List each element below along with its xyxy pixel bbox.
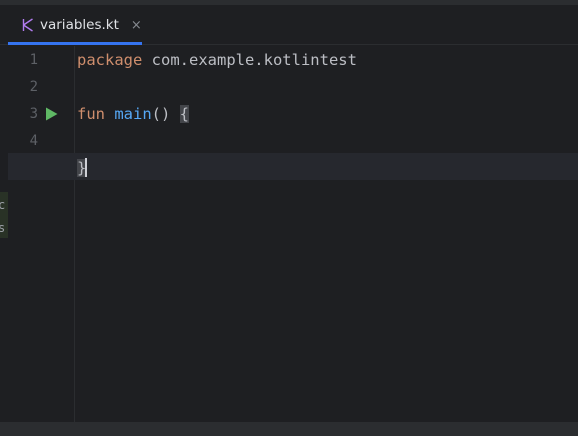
open-brace: {: [179, 105, 190, 123]
code-line-3: fun main() {: [77, 101, 190, 128]
run-triangle-icon[interactable]: [45, 107, 58, 121]
keyword-fun: fun: [77, 105, 105, 123]
code-line-1: package com.example.kotlintest: [77, 47, 357, 74]
text-caret: [85, 158, 88, 177]
close-icon[interactable]: ×: [131, 18, 142, 33]
code-editor[interactable]: package com.example.kotlintest fun main(…: [8, 46, 578, 422]
active-tab-indicator: [8, 42, 142, 45]
function-parens: (): [151, 105, 180, 123]
line-number-4: 4: [29, 133, 38, 149]
function-name: main: [114, 105, 152, 123]
editor-gutter: 1 2 3 4 5: [8, 46, 74, 422]
left-strip-fragment-1: c: [0, 198, 6, 212]
left-tool-strip: c s: [0, 46, 8, 422]
code-line-5: }: [77, 155, 88, 182]
left-strip-fragment-2: s: [0, 221, 6, 235]
package-name: com.example.kotlintest: [142, 51, 357, 69]
line-number-2: 2: [29, 79, 38, 95]
horizontal-scrollbar[interactable]: [0, 422, 578, 436]
kotlin-file-icon: [22, 18, 33, 32]
tab-variables-kt[interactable]: variables.kt ×: [8, 5, 142, 45]
line-number-1: 1: [29, 52, 38, 68]
current-line-highlight: [8, 153, 578, 180]
keyword-package: package: [77, 51, 143, 69]
editor-tab-bar: variables.kt ×: [0, 5, 578, 45]
tab-label: variables.kt: [40, 17, 119, 33]
line-number-3: 3: [29, 106, 38, 122]
